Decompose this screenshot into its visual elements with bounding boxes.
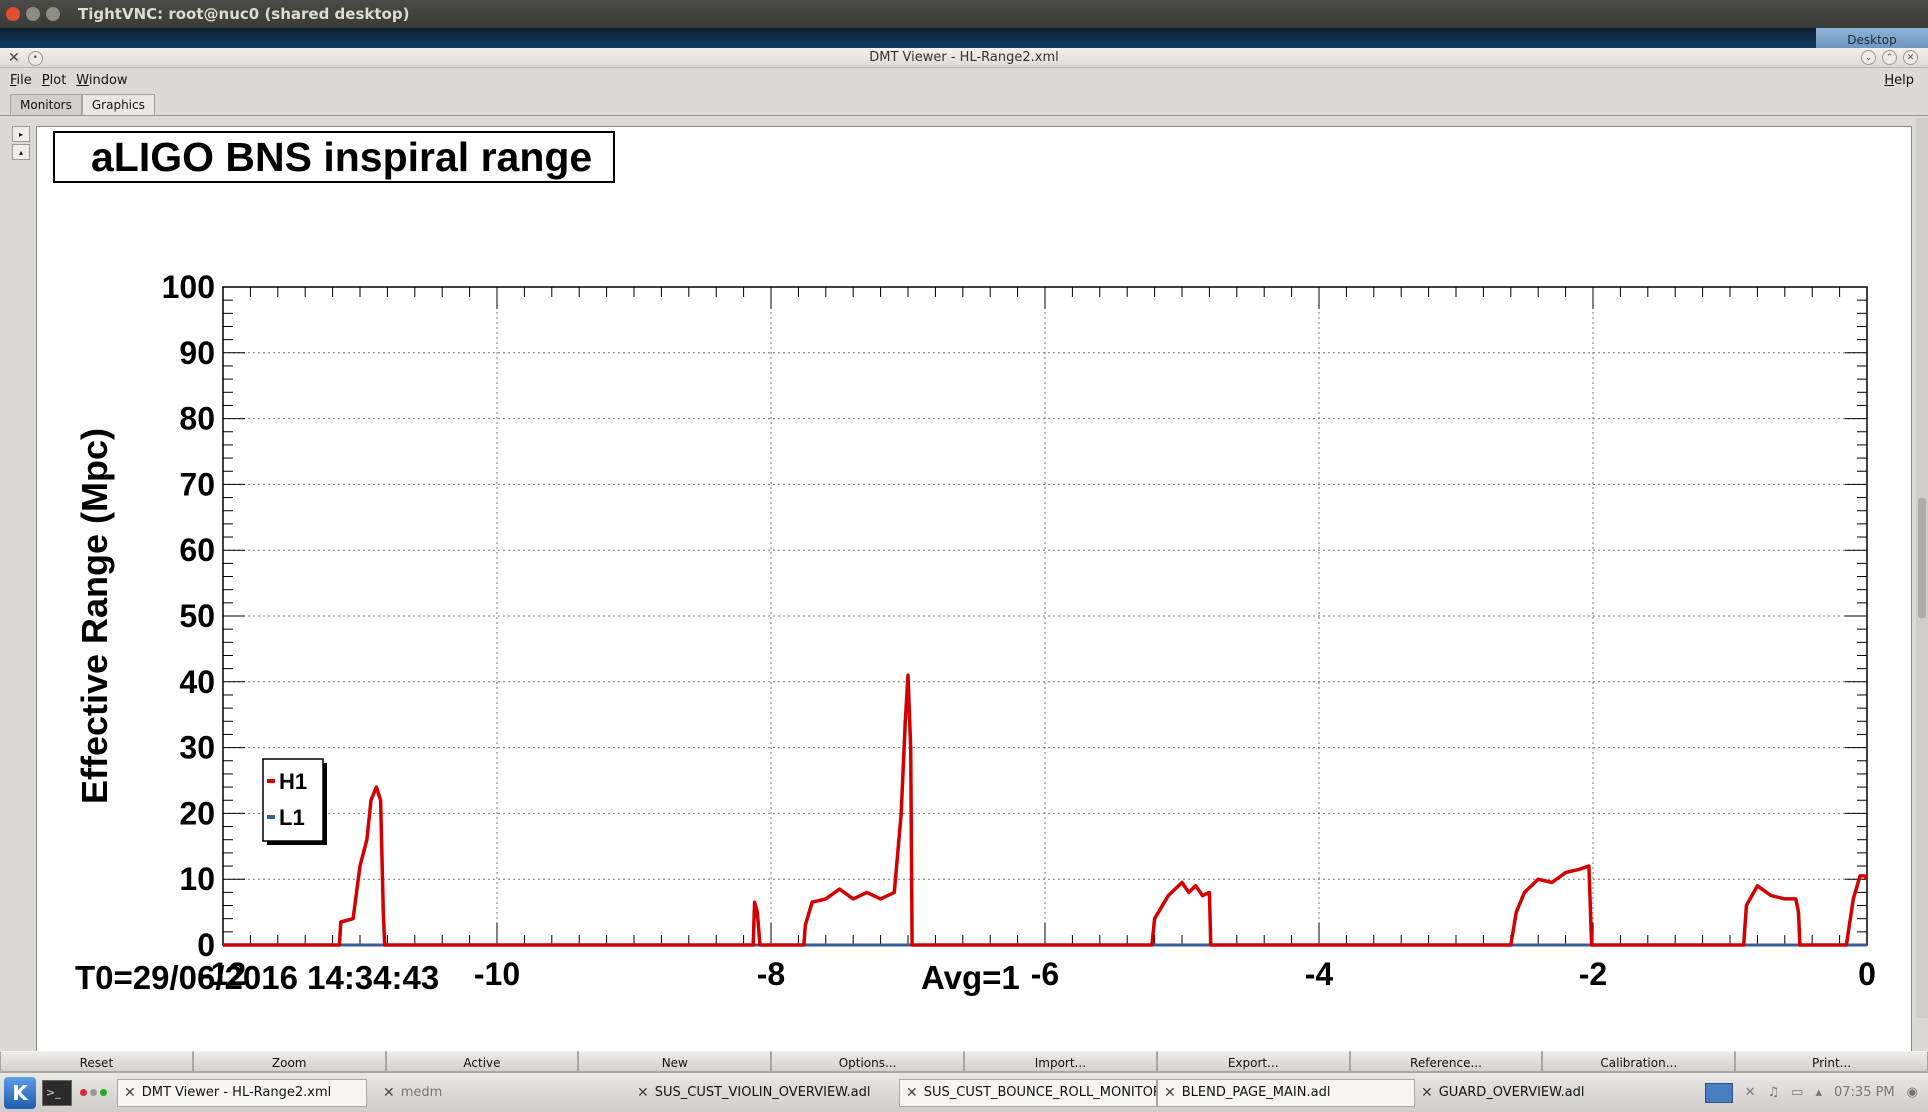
zoom-button[interactable]: Zoom: [192, 1051, 386, 1072]
x-app-icon: ✕: [637, 1084, 649, 1101]
legend-label-l1: L1: [279, 805, 305, 830]
vertical-scrollbar[interactable]: [1916, 118, 1928, 1018]
reset-button[interactable]: Reset: [0, 1051, 193, 1072]
y-tick-label: 10: [179, 861, 215, 897]
y-tick-label: 50: [179, 598, 215, 634]
collapse-up-icon[interactable]: ▴: [12, 144, 30, 160]
export-button[interactable]: Export...: [1156, 1051, 1350, 1072]
x-app-icon: ✕: [383, 1084, 395, 1101]
y-tick-label: 100: [162, 269, 215, 305]
x-app-icon: ✕: [906, 1084, 918, 1101]
avg-label: Avg=1: [921, 959, 1020, 996]
legend-label-h1: H1: [279, 769, 307, 794]
window-menu-icon[interactable]: •: [27, 50, 43, 66]
vnc-maximize-icon[interactable]: [46, 7, 60, 21]
x-tick-label: -4: [1305, 956, 1334, 992]
menu-bar: File Plot Window Help: [0, 68, 1928, 92]
task-label: SUS_CUST_VIOLIN_OVERVIEW.adl: [654, 1085, 871, 1100]
menu-plot[interactable]: Plot: [42, 73, 67, 88]
dmt-viewer-window: ✕ • DMT Viewer - HL-Range2.xml ⌄ ⌃ ✕ Fil…: [0, 48, 1928, 1072]
task-label: DMT Viewer - HL-Range2.xml: [141, 1085, 332, 1100]
volume-icon[interactable]: ♫: [1768, 1085, 1780, 1100]
t0-label: T0=29/06/2016 14:34:43: [75, 959, 440, 996]
task-medm[interactable]: ✕ medm: [377, 1079, 637, 1107]
minimize-icon[interactable]: ⌄: [1861, 50, 1876, 65]
expand-right-icon[interactable]: ▸: [12, 126, 30, 142]
options-button[interactable]: Options...: [771, 1051, 964, 1072]
x-tick-label: -6: [1031, 956, 1059, 992]
tab-graphics[interactable]: Graphics: [81, 94, 155, 115]
y-tick-label: 70: [179, 466, 215, 502]
task-label: BLEND_PAGE_MAIN.adl: [1181, 1085, 1331, 1100]
y-axis-label: Effective Range (Mpc): [74, 428, 115, 804]
terminal-icon[interactable]: >_: [42, 1079, 72, 1106]
task-sus-violin[interactable]: ✕ SUS_CUST_VIOLIN_OVERVIEW.adl: [637, 1079, 899, 1107]
print-button[interactable]: Print...: [1735, 1051, 1928, 1072]
kde-menu-icon[interactable]: K: [4, 1076, 36, 1109]
side-panel: ▸ ▴: [12, 126, 34, 1056]
scrollbar-thumb[interactable]: [1918, 498, 1926, 618]
maximize-icon[interactable]: ⌃: [1882, 50, 1897, 65]
taskbar: K >_ ✕ DMT Viewer - HL-Range2.xml ✕ medm ✕…: [0, 1072, 1928, 1112]
vnc-title: TightVNC: root@nuc0 (shared desktop): [78, 5, 410, 23]
plot-canvas[interactable]: aLIGO BNS inspiral range 0 10 20 30 40 50 60 70…: [36, 126, 1912, 1052]
desktop-tab[interactable]: Desktop: [1816, 28, 1928, 48]
x-tick-label: 0: [1858, 956, 1876, 992]
vnc-minimize-icon[interactable]: [26, 7, 40, 21]
window-title: DMT Viewer - HL-Range2.xml: [869, 50, 1059, 65]
task-label: SUS_CUST_BOUNCE_ROLL_MONITORS_S: [923, 1085, 1156, 1100]
task-label: GUARD_OVERVIEW.adl: [1438, 1085, 1585, 1100]
new-button[interactable]: New: [578, 1051, 772, 1072]
vnc-title-bar: TightVNC: root@nuc0 (shared desktop): [0, 0, 1928, 28]
remote-desktop-strip: [0, 28, 1928, 48]
y-tick-label: 60: [179, 532, 215, 568]
import-button[interactable]: Import...: [963, 1051, 1157, 1072]
vnc-close-icon[interactable]: [6, 7, 20, 21]
task-guard-overview[interactable]: ✕ GUARD_OVERVIEW.adl: [1415, 1079, 1655, 1107]
y-tick-label: 30: [179, 730, 215, 766]
window-dots-icon[interactable]: [80, 1089, 107, 1096]
x-tick-label: -8: [757, 956, 785, 992]
window-title-bar: ✕ • DMT Viewer - HL-Range2.xml ⌄ ⌃ ✕: [0, 48, 1928, 68]
y-tick-label: 40: [179, 664, 215, 700]
task-dmt-viewer[interactable]: ✕ DMT Viewer - HL-Range2.xml: [117, 1078, 367, 1107]
screen: TightVNC: root@nuc0 (shared desktop) Des…: [0, 0, 1928, 1112]
x-app-icon: ✕: [1421, 1084, 1433, 1101]
close-icon[interactable]: ✕: [1903, 50, 1918, 65]
tray-arrow-icon[interactable]: ▴: [1815, 1085, 1822, 1100]
menu-help[interactable]: Help: [1884, 73, 1914, 88]
button-bar: Reset Zoom Active New Options... Import.…: [0, 1051, 1928, 1072]
x-tick-label: -10: [474, 956, 520, 992]
range-chart[interactable]: 0102030405060708090100-12-10-8-6-4-20Tim…: [37, 187, 1911, 1007]
x-app-icon: ✕: [124, 1084, 136, 1101]
system-tray: ✕ ♫ ▭ ▴ 07:35 PM ◉: [1704, 1082, 1928, 1103]
display-icon[interactable]: ▭: [1791, 1085, 1803, 1100]
app-icon: ✕: [8, 50, 20, 66]
tab-monitors[interactable]: Monitors: [10, 94, 82, 115]
reference-button[interactable]: Reference...: [1349, 1051, 1543, 1072]
y-tick-label: 20: [179, 795, 215, 831]
task-blend-page[interactable]: ✕ BLEND_PAGE_MAIN.adl: [1157, 1078, 1415, 1107]
show-desktop-icon[interactable]: ◉: [1907, 1085, 1918, 1100]
plot-title: aLIGO BNS inspiral range: [53, 131, 615, 183]
menu-file[interactable]: File: [10, 73, 32, 88]
network-icon[interactable]: ✕: [1745, 1085, 1756, 1100]
task-label: medm: [400, 1085, 443, 1100]
series-line-h1: [223, 673, 1869, 947]
active-button[interactable]: Active: [385, 1051, 579, 1072]
clock: 07:35 PM: [1834, 1085, 1895, 1100]
calibration-button[interactable]: Calibration...: [1542, 1051, 1736, 1072]
tab-bar: Monitors Graphics: [0, 92, 1928, 116]
monitor-icon[interactable]: [1704, 1082, 1733, 1103]
task-sus-bounce-roll[interactable]: ✕ SUS_CUST_BOUNCE_ROLL_MONITORS_S: [899, 1078, 1157, 1107]
menu-window[interactable]: Window: [76, 73, 127, 88]
x-app-icon: ✕: [1164, 1084, 1176, 1101]
x-tick-label: -2: [1579, 956, 1607, 992]
y-tick-label: 90: [179, 335, 215, 371]
y-tick-label: 80: [179, 401, 215, 437]
